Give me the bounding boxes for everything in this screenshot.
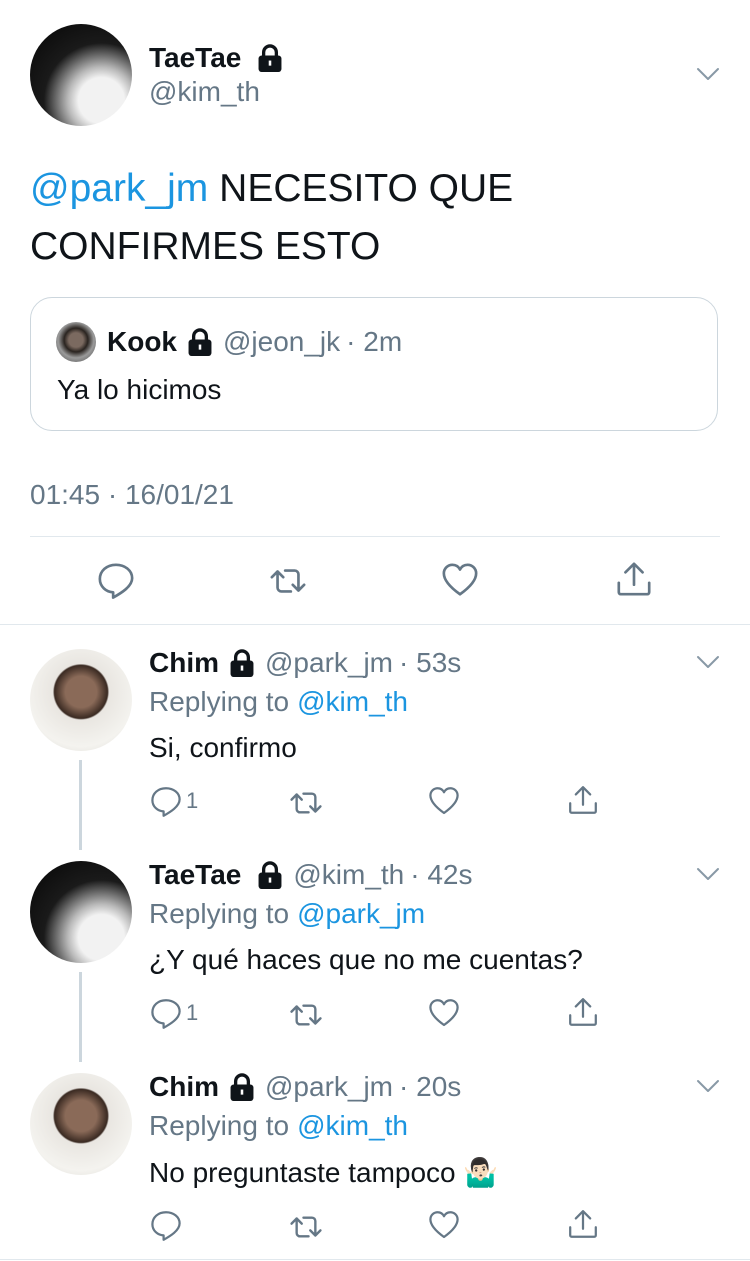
reply-author-row: Chim @park_jm · 20s <box>149 1069 461 1105</box>
quoted-author-row: Kook @jeon_jk · 2m <box>107 324 402 360</box>
quoted-time: · 2m <box>346 326 403 357</box>
tweet-text-line1: NECESITO QUE <box>219 167 514 210</box>
mention-link[interactable]: @park_jm <box>30 167 208 210</box>
reply-action[interactable]: 1 <box>150 997 198 1029</box>
quoted-tweet[interactable]: Kook @jeon_jk · 2m Ya lo hicimos <box>30 297 718 431</box>
thread-line <box>79 760 82 850</box>
reply-text: No preguntaste tampoco 🤷🏻‍♂️ <box>149 1157 499 1188</box>
retweet-icon[interactable] <box>288 786 324 820</box>
reply-icon[interactable] <box>150 1209 182 1241</box>
quoted-author-handle: @jeon_jk <box>223 326 341 357</box>
chevron-down-icon[interactable] <box>696 1079 720 1093</box>
retweet-icon[interactable] <box>288 998 324 1032</box>
avatar <box>56 322 96 362</box>
reply-action[interactable]: 1 <box>150 785 198 817</box>
reply-action[interactable] <box>150 1209 186 1241</box>
reply-text: ¿Y qué haces que no me cuentas? <box>149 944 583 975</box>
retweet-icon[interactable] <box>288 1210 324 1244</box>
replying-to-link[interactable]: @kim_th <box>297 1110 408 1142</box>
share-icon[interactable] <box>615 559 653 599</box>
reply-icon[interactable] <box>150 997 182 1029</box>
reply-icon[interactable] <box>150 785 182 817</box>
chevron-down-icon[interactable] <box>696 655 720 669</box>
reply-author-name[interactable]: Chim <box>149 1071 219 1103</box>
reply-count: 1 <box>186 1000 199 1025</box>
lock-icon <box>257 44 283 72</box>
replying-to-link[interactable]: @kim_th <box>297 686 408 718</box>
share-icon[interactable] <box>567 783 599 817</box>
replying-to: Replying to @park_jm <box>149 896 425 932</box>
bottom-divider <box>0 1259 750 1260</box>
avatar[interactable] <box>30 24 132 126</box>
quoted-author-name: Kook <box>107 326 177 357</box>
section-divider <box>0 624 750 625</box>
author-row: TaeTae <box>149 40 283 76</box>
tweet-text-line2: CONFIRMES ESTO <box>30 225 381 268</box>
reply-text: Si, confirmo <box>149 732 297 763</box>
reply-time: · 53s <box>399 647 462 678</box>
replying-to: Replying to @kim_th <box>149 1108 408 1144</box>
share-icon[interactable] <box>567 995 599 1029</box>
reply-time: · 42s <box>410 859 473 890</box>
reply-count: 1 <box>186 788 199 813</box>
reply-author-handle[interactable]: @park_jm <box>265 1071 393 1103</box>
reply-author-row: Chim @park_jm · 53s <box>149 645 461 681</box>
chevron-down-icon[interactable] <box>696 867 720 881</box>
timestamp[interactable]: 01:45 · 16/01/21 <box>30 479 234 511</box>
replying-to: Replying to @kim_th <box>149 684 408 720</box>
thread-line <box>79 972 82 1062</box>
lock-icon <box>229 649 255 677</box>
reply-time: · 20s <box>399 1071 462 1102</box>
author-handle[interactable]: @kim_th <box>149 76 260 108</box>
replying-to-link[interactable]: @park_jm <box>297 898 425 930</box>
quoted-text: Ya lo hicimos <box>57 374 222 405</box>
author-name[interactable]: TaeTae <box>149 42 241 74</box>
tweet-text: @park_jm NECESITO QUE CONFIRMES ESTO <box>30 160 720 276</box>
replying-to-label: Replying to <box>149 898 290 929</box>
reply-author-row: TaeTae @kim_th · 42s <box>149 857 473 893</box>
lock-icon <box>187 328 213 356</box>
retweet-icon[interactable] <box>268 562 308 600</box>
avatar[interactable] <box>30 1073 132 1175</box>
chevron-down-icon[interactable] <box>696 67 720 81</box>
lock-icon <box>257 861 283 889</box>
like-icon[interactable] <box>428 785 460 817</box>
share-icon[interactable] <box>567 1207 599 1241</box>
replying-to-label: Replying to <box>149 1110 290 1141</box>
like-icon[interactable] <box>428 997 460 1029</box>
reply-author-name[interactable]: Chim <box>149 647 219 679</box>
divider <box>30 536 720 537</box>
replying-to-label: Replying to <box>149 686 290 717</box>
reply-author-name[interactable]: TaeTae <box>149 859 241 891</box>
reply-author-handle[interactable]: @park_jm <box>265 647 393 679</box>
like-icon[interactable] <box>441 561 479 599</box>
reply-author-handle[interactable]: @kim_th <box>293 859 404 891</box>
avatar[interactable] <box>30 861 132 963</box>
avatar[interactable] <box>30 649 132 751</box>
like-icon[interactable] <box>428 1209 460 1241</box>
lock-icon <box>229 1073 255 1101</box>
reply-icon[interactable] <box>97 561 135 599</box>
